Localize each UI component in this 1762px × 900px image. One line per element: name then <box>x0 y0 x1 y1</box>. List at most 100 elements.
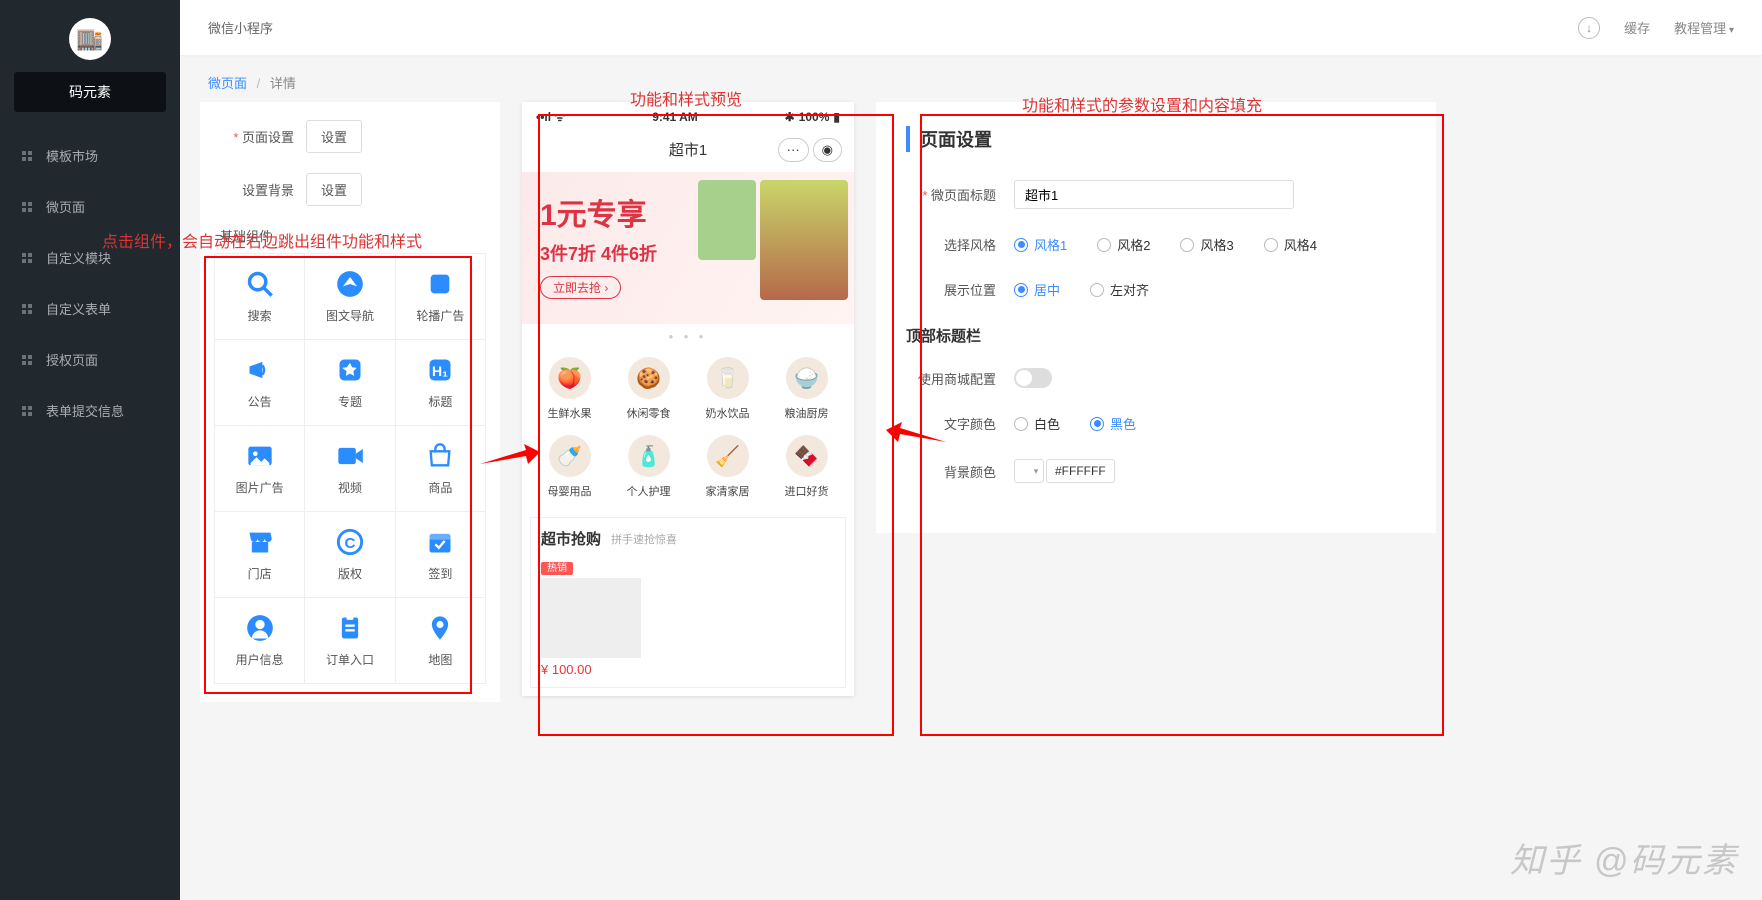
radio-option[interactable]: 风格1 <box>1014 235 1067 254</box>
nav-templates[interactable]: 模板市场 <box>0 130 180 181</box>
category-item[interactable]: 🍫进口好货 <box>767 435 846 499</box>
component-image[interactable]: 图片广告 <box>215 426 305 512</box>
component-label: 订单入口 <box>326 651 374 668</box>
style-radio-group: 风格1 风格2 风格3 风格4 <box>1014 235 1317 254</box>
bg-color-label: 背景颜色 <box>906 462 996 481</box>
radio-icon <box>1014 283 1028 297</box>
nav-custom-form[interactable]: 自定义表单 <box>0 283 180 334</box>
category-label: 粮油厨房 <box>785 405 829 421</box>
radio-option[interactable]: 居中 <box>1014 280 1060 299</box>
hot-badge: 热销 <box>541 562 573 575</box>
bg-setting-button[interactable]: 设置 <box>306 173 362 206</box>
component-star[interactable]: 专题 <box>305 340 395 426</box>
category-icon: 🍚 <box>786 357 828 399</box>
radio-option[interactable]: 风格2 <box>1097 235 1150 254</box>
category-item[interactable]: 🍪休闲零食 <box>609 357 688 421</box>
grid-icon <box>20 404 34 418</box>
page-setting-button[interactable]: 设置 <box>306 120 362 153</box>
radio-label: 风格4 <box>1284 235 1317 254</box>
category-label: 生鲜水果 <box>548 405 592 421</box>
radio-option[interactable]: 黑色 <box>1090 414 1136 433</box>
category-icon: 🧴 <box>628 435 670 477</box>
component-user[interactable]: 用户信息 <box>215 598 305 684</box>
grid-icon <box>20 200 34 214</box>
sidebar: 🏬 码元素 模板市场 微页面 自定义模块 自定义表单 授权页面 表单提交信息 <box>0 0 180 900</box>
component-label: 用户信息 <box>236 651 284 668</box>
category-item[interactable]: 🍑 生鲜水果 <box>530 357 609 421</box>
order-icon <box>335 613 365 643</box>
radio-icon <box>1090 417 1104 431</box>
radio-label: 风格2 <box>1117 235 1150 254</box>
text-color-radio-group: 白色 黑色 <box>1014 414 1136 433</box>
radio-option[interactable]: 左对齐 <box>1090 280 1149 299</box>
map-icon <box>425 613 455 643</box>
radio-option[interactable]: 白色 <box>1014 414 1060 433</box>
component-video[interactable]: 视频 <box>305 426 395 512</box>
category-item[interactable]: 🍼母婴用品 <box>530 435 609 499</box>
breadcrumb-link[interactable]: 微页面 <box>208 76 247 91</box>
download-icon[interactable]: ↓ <box>1578 17 1600 39</box>
banner-cta[interactable]: 立即去抢 › <box>540 276 621 299</box>
component-carousel[interactable]: 轮播广告 <box>396 254 486 340</box>
carousel-icon <box>425 269 455 299</box>
component-store[interactable]: 门店 <box>215 512 305 598</box>
bg-color-row: 背景颜色 #FFFFFF <box>906 459 1406 483</box>
phone-title-actions: ··· ◉ <box>778 138 842 162</box>
star-icon <box>335 355 365 385</box>
category-icon: 🍫 <box>786 435 828 477</box>
radio-label: 风格3 <box>1200 235 1233 254</box>
bg-color-picker[interactable] <box>1014 459 1044 483</box>
nav-form-submissions[interactable]: 表单提交信息 <box>0 385 180 436</box>
component-heading[interactable]: H₁标题 <box>396 340 486 426</box>
nav-icon <box>335 269 365 299</box>
component-copyright[interactable]: C版权 <box>305 512 395 598</box>
category-label: 个人护理 <box>627 483 671 499</box>
cache-link[interactable]: 缓存 <box>1624 18 1650 37</box>
component-label: 版权 <box>338 565 362 582</box>
component-nav[interactable]: 图文导航 <box>305 254 395 340</box>
category-item[interactable]: 🧴 个人护理 <box>609 435 688 499</box>
component-checkin[interactable]: 签到 <box>396 512 486 598</box>
category-icon: 🥛 <box>707 357 749 399</box>
svg-text:H₁: H₁ <box>432 363 448 379</box>
category-item[interactable]: 🧹家清家居 <box>688 435 767 499</box>
brand-name[interactable]: 码元素 <box>14 72 166 112</box>
radio-label: 风格1 <box>1034 235 1067 254</box>
promo-title: 超市抢购 <box>541 528 601 549</box>
breadcrumb-sep: / <box>257 76 261 91</box>
component-order[interactable]: 订单入口 <box>305 598 395 684</box>
promo-card[interactable]: 热销 ¥ 100.00 <box>541 559 641 677</box>
category-grid: 🍑 生鲜水果 🍪休闲零食🥛奶水饮品 🍚 粮油厨房 🍼母婴用品 🧴 个人护理 🧹家清家居🍫进口好货 <box>522 347 854 509</box>
radio-option[interactable]: 风格3 <box>1180 235 1233 254</box>
bg-color-value: #FFFFFF <box>1046 459 1115 483</box>
nav-auth-page[interactable]: 授权页面 <box>0 334 180 385</box>
component-map[interactable]: 地图 <box>396 598 486 684</box>
radio-label: 黑色 <box>1110 414 1136 433</box>
category-item[interactable]: 🥛奶水饮品 <box>688 357 767 421</box>
phone-title: 超市1 <box>669 139 707 160</box>
radio-option[interactable]: 风格4 <box>1264 235 1317 254</box>
category-item[interactable]: 🍚 粮油厨房 <box>767 357 846 421</box>
component-goods[interactable]: 商品 <box>396 426 486 512</box>
style-row: 选择风格 风格1风格2风格3风格4 <box>906 235 1406 254</box>
page-title-input[interactable] <box>1014 180 1294 209</box>
nav-label: 自定义表单 <box>46 299 111 318</box>
component-label: 专题 <box>338 393 362 410</box>
breadcrumb: 微页面 / 详情 <box>200 73 1742 92</box>
grid-icon <box>20 251 34 265</box>
grid-icon <box>20 149 34 163</box>
component-search[interactable]: 搜索 <box>215 254 305 340</box>
target-icon[interactable]: ◉ <box>813 138 842 162</box>
promo-header: 超市抢购 拼手速抢惊喜 <box>531 518 845 559</box>
use-mall-switch[interactable] <box>1014 368 1052 388</box>
component-announce[interactable]: 公告 <box>215 340 305 426</box>
more-icon[interactable]: ··· <box>778 138 809 162</box>
use-mall-label: 使用商城配置 <box>906 369 996 388</box>
carousel-indicator: ● ● ● <box>522 332 854 347</box>
components-grid: 搜索图文导航轮播广告公告专题 H₁标题图片广告视频商品门店C版权签到用户信息 订单入… <box>214 253 486 684</box>
tutorial-dropdown[interactable]: 教程管理 <box>1674 18 1734 37</box>
banner[interactable]: 1元专享 3件7折 4件6折 立即去抢 › <box>522 172 854 324</box>
category-icon: 🍑 <box>549 357 591 399</box>
nav-micropage[interactable]: 微页面 <box>0 181 180 232</box>
component-label: 签到 <box>428 565 452 582</box>
